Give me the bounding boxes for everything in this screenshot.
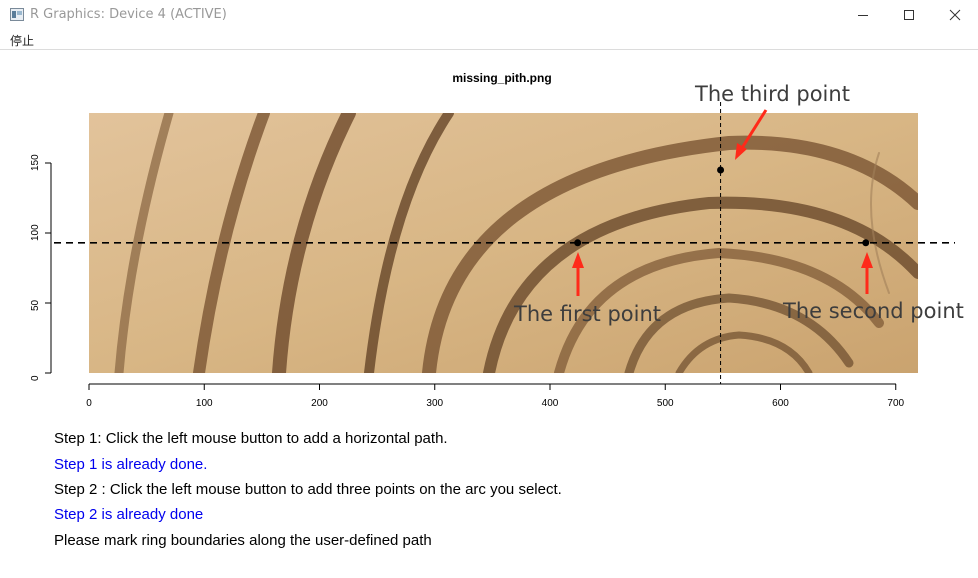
selected-point-3 <box>717 166 725 174</box>
y-tick-marks <box>45 162 51 374</box>
first-point-arrowhead <box>572 252 584 268</box>
x-tick-label: 100 <box>195 398 213 409</box>
x-tick-label: 700 <box>887 398 905 409</box>
first-point-label: The first point <box>514 302 661 326</box>
step1-status: Step 1 is already done. <box>54 456 208 473</box>
y-tick-label: 150 <box>30 154 41 171</box>
y-tick-label: 50 <box>30 299 41 311</box>
x-tick-label: 0 <box>86 398 92 409</box>
ring-boundary-instruction: Please mark ring boundaries along the us… <box>54 532 432 549</box>
red-arrows <box>572 109 873 296</box>
y-tick-label: 100 <box>30 224 41 241</box>
second-point-arrowhead <box>861 252 873 268</box>
x-tick-label: 300 <box>426 398 444 409</box>
third-point-label: The third point <box>695 82 850 106</box>
x-tick-label: 600 <box>772 398 789 409</box>
step2-instruction: Step 2 : Click the left mouse button to … <box>54 481 562 498</box>
third-point-arrow <box>740 109 768 149</box>
selected-point-2 <box>862 239 870 247</box>
second-point-label: The second point <box>783 299 964 323</box>
x-tick-label: 200 <box>311 398 328 409</box>
y-tick-label: 0 <box>30 375 41 381</box>
x-tick-marks <box>88 384 897 390</box>
selected-points <box>574 166 870 247</box>
step1-instruction: Step 1: Click the left mouse button to a… <box>54 430 448 447</box>
x-tick-label: 400 <box>541 398 559 409</box>
x-tick-label: 500 <box>656 398 674 409</box>
selected-point-1 <box>574 239 582 247</box>
step2-status: Step 2 is already done <box>54 506 204 523</box>
